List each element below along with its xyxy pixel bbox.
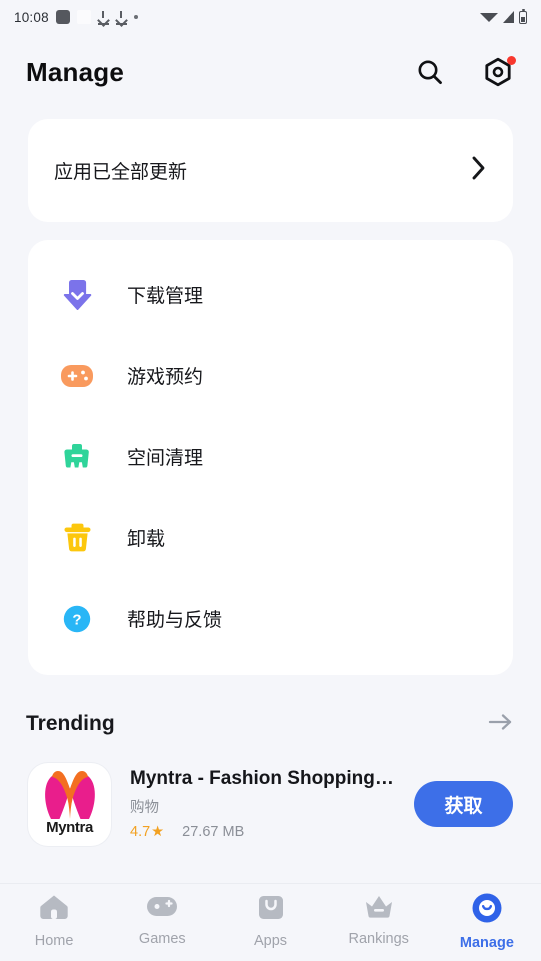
star-icon: ★: [151, 824, 165, 840]
menu-item-label: 空间清理: [127, 448, 204, 469]
home-icon: [38, 892, 70, 927]
app-icon: Myntra: [28, 762, 111, 846]
settings-gear-icon[interactable]: [481, 55, 516, 89]
nav-item-manage[interactable]: Manage: [433, 892, 541, 951]
trash-icon: [54, 521, 100, 554]
app-category: 购物: [130, 800, 159, 816]
menu-item-uninstall[interactable]: 卸载: [28, 497, 513, 578]
signal-icon: [503, 11, 514, 23]
space-clean-icon: [54, 441, 100, 473]
trending-section-header: Trending: [0, 696, 541, 752]
game-controller-icon: [54, 362, 100, 390]
myntra-logo-icon: [44, 770, 95, 819]
wifi-icon: [480, 12, 498, 22]
trending-app-row[interactable]: Myntra Myntra - Fashion Shopping… 购物 4.7…: [0, 760, 541, 848]
all-apps-updated-card[interactable]: 应用已全部更新: [28, 119, 513, 222]
dot-icon: [133, 15, 138, 19]
menu-item-space-clean[interactable]: 空间清理: [28, 416, 513, 497]
menu-item-help-feedback[interactable]: ? 帮助与反馈: [28, 578, 513, 659]
get-app-button[interactable]: 获取: [414, 781, 513, 827]
notification-badge: [507, 56, 516, 65]
app-rating-value: 4.7: [130, 824, 151, 840]
dark-square-icon: [55, 10, 70, 24]
page-header: Manage: [0, 34, 541, 110]
page-title: Manage: [26, 56, 125, 87]
search-icon[interactable]: [413, 55, 447, 89]
arrow-right-icon[interactable]: [487, 711, 515, 738]
menu-item-download-manager[interactable]: 下载管理: [28, 254, 513, 335]
status-bar-left: 10:08: [14, 10, 138, 25]
battery-icon: [519, 8, 527, 24]
app-icon-wordmark: Myntra: [46, 818, 93, 836]
chevron-right-icon: [471, 155, 487, 186]
app-meta: 4.7 ★ 27.67 MB: [130, 824, 414, 840]
manage-menu-card: 下载管理 游戏预约 空间清理 卸载 ? 帮助与反馈: [28, 240, 513, 675]
games-controller-icon: [145, 892, 179, 925]
app-screen: 10:08 Manage 应用已全部更新 下载管理 游戏预约 空间清理 卸载 ?…: [0, 0, 541, 961]
nav-label: Games: [138, 931, 186, 947]
menu-item-label: 下载管理: [127, 286, 204, 307]
app-name: Myntra - Fashion Shopping…: [130, 768, 394, 789]
section-title: Trending: [26, 712, 115, 735]
app-rating: 4.7 ★: [130, 824, 164, 840]
download-manager-icon: [54, 277, 100, 313]
menu-item-label: 帮助与反馈: [127, 610, 223, 631]
help-circle-icon: ?: [54, 604, 100, 634]
download-icon: [115, 10, 127, 25]
header-actions: [413, 55, 516, 89]
update-status-text: 应用已全部更新: [54, 162, 188, 183]
crown-icon: [363, 892, 395, 925]
light-square-icon: [76, 10, 91, 24]
nav-item-apps[interactable]: Apps: [216, 892, 324, 949]
status-time: 10:08: [14, 9, 49, 25]
nav-label: Manage: [459, 935, 514, 951]
menu-item-game-reservation[interactable]: 游戏预约: [28, 335, 513, 416]
bottom-navigation: Home Games Apps Rankings Manage: [0, 883, 541, 961]
nav-item-games[interactable]: Games: [108, 892, 216, 947]
status-bar: 10:08: [0, 0, 541, 34]
nav-item-home[interactable]: Home: [0, 892, 108, 949]
manage-smile-icon: [471, 892, 503, 929]
nav-label: Apps: [253, 933, 288, 949]
menu-item-label: 卸载: [127, 529, 166, 550]
svg-text:?: ?: [72, 611, 81, 628]
app-info: Myntra - Fashion Shopping… 购物 4.7 ★ 27.67…: [130, 768, 414, 840]
app-size: 27.67 MB: [182, 824, 245, 840]
download-icon: [97, 10, 109, 25]
menu-item-label: 游戏预约: [127, 367, 204, 388]
apps-bag-icon: [256, 892, 286, 927]
status-bar-right: [480, 8, 527, 24]
nav-item-rankings[interactable]: Rankings: [325, 892, 433, 947]
nav-label: Rankings: [348, 931, 409, 947]
nav-label: Home: [34, 933, 74, 949]
